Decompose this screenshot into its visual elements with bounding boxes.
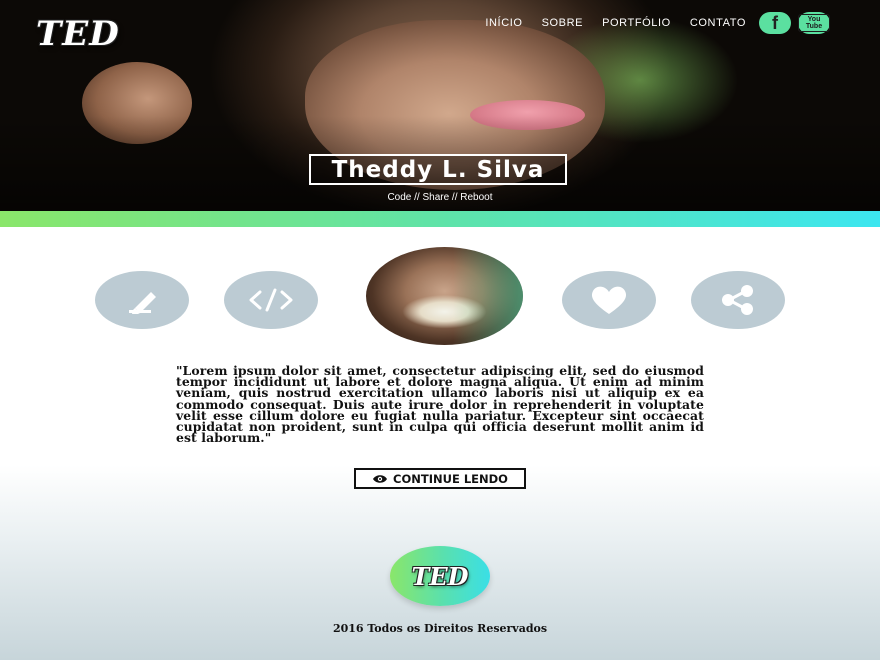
nav-link-sobre[interactable]: SOBRE [542,17,584,29]
youtube-glyph: You Tube [798,14,830,32]
site-logo[interactable]: TED [36,14,120,54]
nav-link-portfolio[interactable]: PORTFÓLIO [602,17,671,29]
main-nav: INÍCIO SOBRE PORTFÓLIO CONTATO f You Tub… [485,12,837,34]
continue-reading-label: CONTINUE LENDO [393,471,508,486]
heart-icon[interactable] [562,271,656,329]
footer-logo-text: TED [411,561,469,591]
code-icon[interactable] [224,271,318,329]
pencil-icon[interactable] [95,271,189,329]
facebook-glyph: f [772,13,778,33]
accent-stripe [0,211,880,227]
footer-logo[interactable]: TED [390,546,490,606]
continue-reading-button[interactable]: CONTINUE LENDO [354,468,526,489]
eye-icon [372,474,388,484]
share-icon[interactable] [691,271,785,329]
hero-banner: TED INÍCIO SOBRE PORTFÓLIO CONTATO f You… [0,0,880,211]
copyright-text: 2016 Todos os Direitos Reservados [332,622,548,635]
hero-name: Theddy L. Silva [309,154,567,185]
intro-quote: "Lorem ipsum dolor sit amet, consectetur… [176,363,704,446]
hero-tagline: Code // Share // Reboot [387,192,493,203]
nav-link-contato[interactable]: CONTATO [690,17,746,29]
avatar [366,247,523,345]
nav-link-inicio[interactable]: INÍCIO [485,17,522,29]
youtube-icon[interactable]: You Tube [798,12,830,34]
facebook-icon[interactable]: f [759,12,791,34]
